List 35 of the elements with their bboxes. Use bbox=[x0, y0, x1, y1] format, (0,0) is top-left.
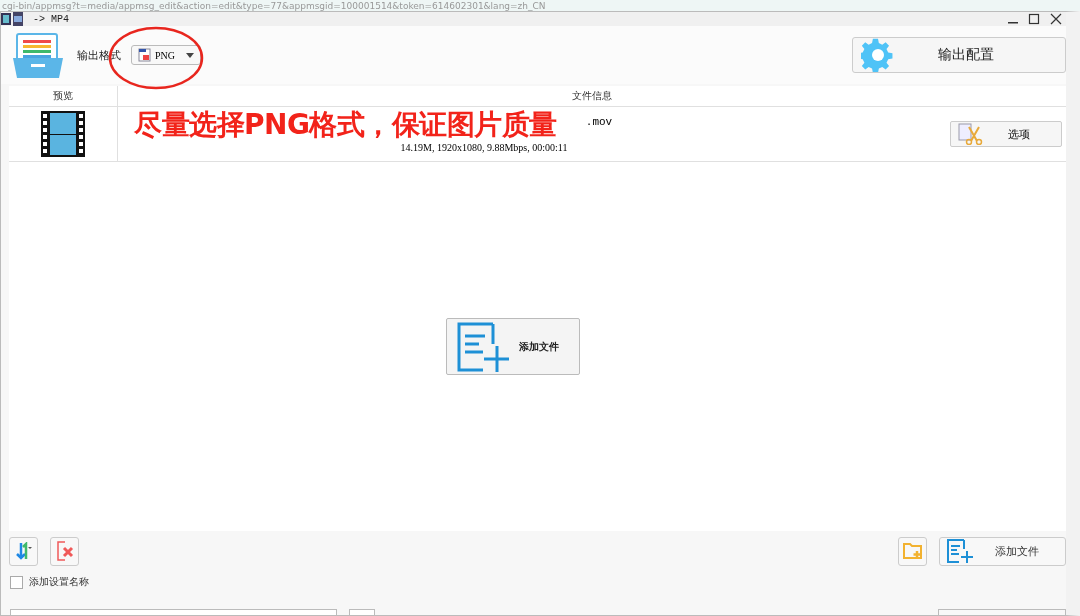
checkbox[interactable] bbox=[10, 575, 23, 589]
file-name: .mov bbox=[585, 115, 613, 128]
name-field[interactable] bbox=[10, 609, 337, 615]
remove-file-icon bbox=[55, 541, 74, 561]
annotation-text: 尽量选择PNG格式，保证图片质量 bbox=[134, 107, 557, 143]
add-folder-button[interactable] bbox=[898, 536, 927, 566]
add-file-icon bbox=[946, 539, 974, 563]
scissors-icon bbox=[957, 123, 983, 145]
close-icon bbox=[1050, 13, 1062, 25]
format-label: 输出格式 bbox=[77, 47, 121, 63]
window-title: -> MP4 bbox=[33, 13, 69, 25]
file-details: 14.19M, 1920x1080, 9.88Mbps, 00:00:11 bbox=[400, 141, 568, 153]
caret-icon bbox=[186, 52, 194, 58]
minimize-icon bbox=[1008, 22, 1018, 24]
film-icon bbox=[1, 12, 23, 26]
gear-icon bbox=[861, 38, 895, 72]
sort-button[interactable] bbox=[9, 536, 38, 566]
remove-button[interactable] bbox=[50, 536, 79, 566]
format-dropdown[interactable]: PNG bbox=[131, 45, 201, 65]
url-text: cgi-bin/appmsg?t=media/appmsg_edit&action=edit&type=77&appmsgid=100001514&token=614602301&lang=zh_CN bbox=[1, 1, 546, 11]
film-strip-icon bbox=[41, 111, 85, 157]
tray-icon bbox=[11, 32, 65, 78]
folder-plus-icon bbox=[902, 542, 923, 560]
checkbox-label: 添加设置名称 bbox=[29, 575, 89, 589]
add-file-button[interactable]: 添加文件 bbox=[939, 536, 1066, 566]
options-button[interactable]: 选项 bbox=[950, 121, 1062, 147]
arrows-icon bbox=[14, 542, 33, 560]
add-file-button[interactable]: 添加文件 bbox=[445, 318, 580, 375]
image-file-icon bbox=[138, 48, 151, 62]
output-config-button[interactable]: 输出配置 bbox=[852, 37, 1066, 73]
column-header: 文件信息 bbox=[571, 89, 613, 103]
small-button[interactable] bbox=[349, 609, 375, 615]
bottom-button[interactable] bbox=[938, 609, 1066, 615]
maximize-icon bbox=[1028, 13, 1040, 25]
column-header: 预览 bbox=[9, 86, 118, 106]
